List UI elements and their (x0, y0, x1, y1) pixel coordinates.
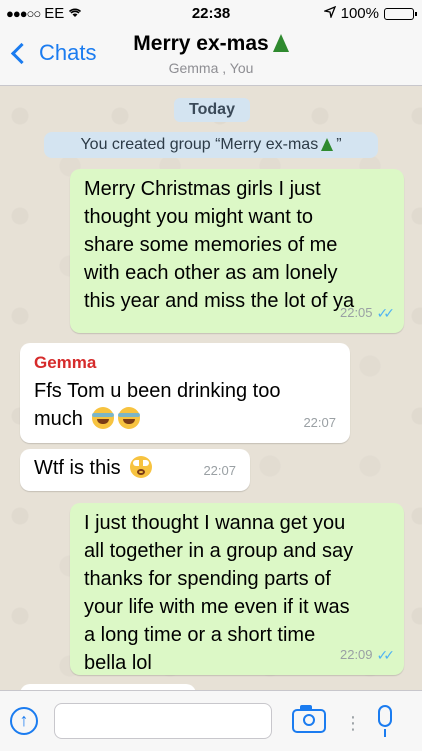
date-divider: Today (174, 98, 250, 122)
message-text: Merry Christmas girls I just thought you… (84, 175, 354, 315)
face-with-tears-of-joy-icon (118, 407, 141, 429)
message-time: 22:09 (339, 647, 373, 662)
message-meta: 22:05 ✓✓ (339, 299, 396, 327)
message-bubble-outgoing[interactable]: I just thought I wanna get you all toget… (70, 503, 404, 675)
camera-icon[interactable] (292, 705, 326, 733)
message-line: all together in a group and say (84, 540, 354, 562)
status-bar: ●●●○○ EE 22:38 100% (0, 0, 422, 28)
message-line: Merry Christmas girls I just (84, 178, 321, 200)
input-bar: ↑ ⋮ (0, 690, 422, 751)
location-arrow-icon (322, 5, 336, 22)
message-text: Wtf is this (34, 454, 153, 482)
message-line: your life with me even if it was (84, 596, 350, 618)
message-line: thanks for spending parts of (84, 568, 331, 590)
message-line: bella lol (84, 652, 152, 674)
double-check-icon: ✓✓ (376, 647, 396, 663)
message-line: with each other as am lonely (84, 262, 338, 284)
sender-name: Gemma (34, 353, 97, 372)
message-time: 22:07 (303, 415, 336, 430)
message-meta: 22:07 (203, 457, 236, 485)
flushed-face-icon (130, 456, 153, 478)
message-line: much (34, 408, 83, 430)
message-text: I just thought I wanna get you all toget… (84, 509, 353, 677)
chat-header[interactable]: Merry ex-mas Gemma , You (0, 32, 422, 76)
message-bubble-incoming[interactable]: Gemma Ffs Tom u been drinking too much 2… (20, 343, 350, 443)
battery-percent: 100% (340, 5, 379, 22)
nav-bar: Chats Merry ex-mas Gemma , You (0, 28, 422, 86)
microphone-icon[interactable] (378, 705, 392, 737)
arrow-up-circle-icon[interactable]: ↑ (10, 707, 38, 735)
message-meta: 22:07 (303, 409, 336, 437)
christmas-tree-icon (321, 138, 334, 151)
chat-title-text: Merry ex-mas (133, 32, 269, 55)
message-input[interactable] (54, 703, 272, 739)
system-message-text: You created group “Merry ex-mas (80, 136, 319, 153)
system-message: You created group “Merry ex-mas ” (44, 132, 378, 158)
separator-dots-icon: ⋮ (344, 713, 362, 733)
message-time: 22:05 (339, 305, 373, 320)
chat-title: Merry ex-mas (0, 32, 422, 56)
message-line: thought you might want to (84, 206, 314, 228)
system-message-end: ” (336, 136, 342, 153)
message-line: this year and miss the lot of ya (84, 290, 355, 312)
message-line: Ffs Tom u been drinking too (34, 380, 281, 402)
double-check-icon: ✓✓ (376, 305, 396, 321)
message-time: 22:07 (203, 463, 236, 478)
message-bubble-incoming[interactable]: Wtf is this 22:07 (20, 449, 250, 491)
status-right: 100% (322, 5, 417, 22)
chat-participants: Gemma , You (168, 60, 254, 76)
message-line: I just thought I wanna get you (84, 512, 346, 534)
battery-icon (384, 7, 417, 20)
message-meta: 22:09 ✓✓ (339, 641, 396, 669)
message-line: Wtf is this (34, 457, 121, 479)
face-with-tears-of-joy-icon (92, 407, 115, 429)
message-bubble-outgoing[interactable]: Merry Christmas girls I just thought you… (70, 169, 404, 333)
message-text: Ffs Tom u been drinking too much (34, 377, 280, 433)
message-line-with-emoji: much (34, 405, 280, 433)
message-line: a long time or a short time (84, 624, 316, 646)
message-line: share some memories of me (84, 234, 338, 256)
christmas-tree-icon (272, 34, 289, 52)
